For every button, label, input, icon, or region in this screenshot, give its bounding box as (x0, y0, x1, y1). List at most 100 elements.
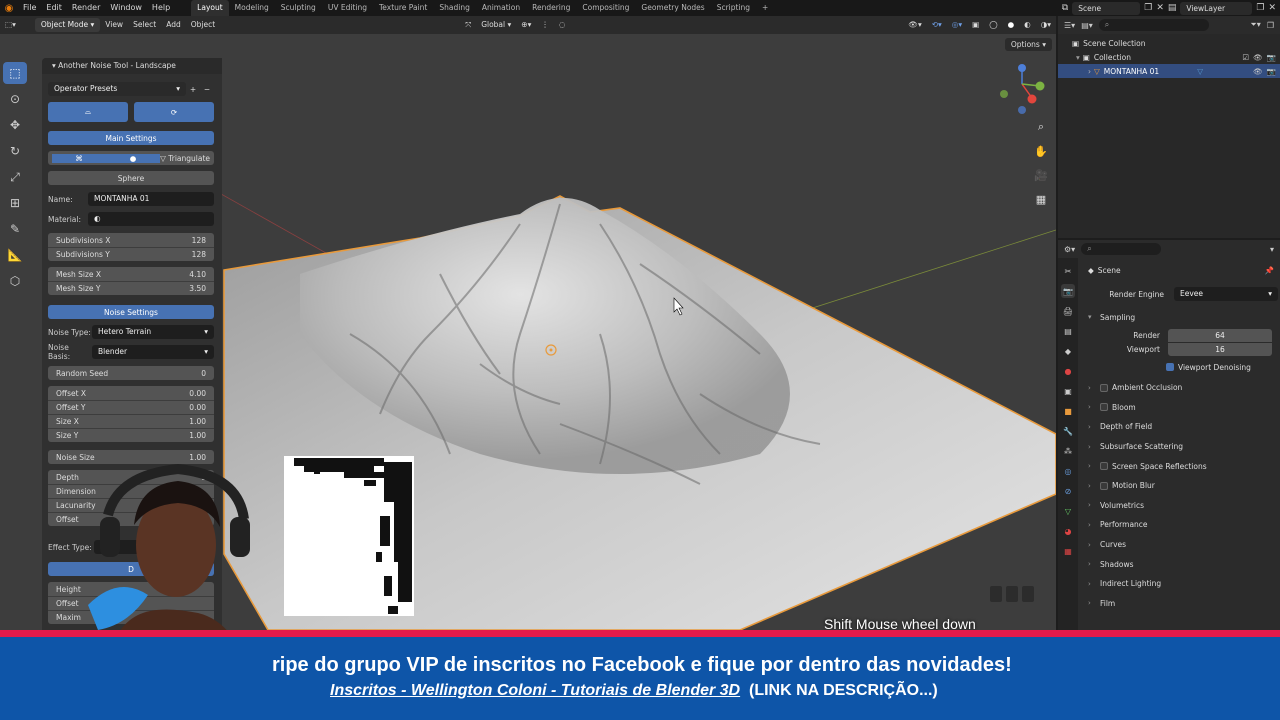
transform-orientation-icon[interactable]: ⤧ (460, 16, 476, 34)
select-box-tool-icon[interactable]: ⬚ (3, 62, 27, 84)
shading-material-icon[interactable]: ◐ (1019, 16, 1036, 34)
material-selector[interactable]: ◐ (88, 212, 214, 226)
size-x-slider[interactable]: Size X 1.00 (48, 414, 214, 428)
output-tab-icon[interactable]: 🖨 (1061, 304, 1075, 318)
outliner-row-collection[interactable]: ▾ ▣ Collection ☑ 👁 📷 (1058, 50, 1280, 64)
gizmo-toggle-icon[interactable]: ⟲▾ (927, 16, 947, 34)
menu-view[interactable]: View (100, 16, 128, 34)
pivot-icon[interactable]: ⊕▾ (516, 16, 536, 34)
panel-header-subsurface-scattering[interactable]: › Subsurface Scattering (1080, 437, 1278, 457)
mesh-size-y-slider[interactable]: Mesh Size Y 3.50 (48, 281, 214, 295)
shading-solid-icon[interactable]: ● (1003, 16, 1020, 34)
scale-tool-icon[interactable]: ⤢ (3, 166, 27, 188)
object-tab-icon[interactable]: ■ (1061, 404, 1075, 418)
panel-header-motion-blur[interactable]: › Motion Blur (1080, 476, 1278, 496)
panel-enable-checkbox[interactable] (1100, 462, 1108, 471)
panel-header-film[interactable]: › Film (1080, 594, 1278, 614)
panel-header-performance[interactable]: › Performance (1080, 515, 1278, 535)
xray-icon[interactable]: ▣ (967, 16, 984, 34)
editor-type-icon[interactable]: ⬚▾ (0, 16, 21, 34)
orientation-dropdown[interactable]: Global ▾ (476, 16, 516, 34)
tab-shading[interactable]: Shading (433, 0, 475, 16)
size-y-slider[interactable]: Size Y 1.00 (48, 428, 214, 442)
scene-tab-icon[interactable]: ◆ (1061, 344, 1075, 358)
menu-edit[interactable]: Edit (41, 0, 67, 16)
outliner-search-input[interactable]: ⌕ (1098, 19, 1209, 31)
menu-render[interactable]: Render (67, 0, 105, 16)
tab-uv-editing[interactable]: UV Editing (322, 0, 373, 16)
cursor-tool-icon[interactable]: ⊙ (3, 88, 27, 110)
annotate-tool-icon[interactable]: ✎ (3, 218, 27, 240)
tab-layout[interactable]: Layout (191, 0, 229, 16)
blender-logo-icon[interactable]: ◉ (0, 0, 18, 16)
panel-header-indirect-lighting[interactable]: › Indirect Lighting (1080, 574, 1278, 594)
offset-y-slider[interactable]: Offset Y 0.00 (48, 400, 214, 414)
panel-header-screen-space-reflections[interactable]: › Screen Space Reflections (1080, 456, 1278, 476)
tab-texture-paint[interactable]: Texture Paint (373, 0, 433, 16)
tab-modeling[interactable]: Modeling (229, 0, 275, 16)
navigation-gizmo[interactable] (1000, 64, 1045, 114)
filter-icon[interactable]: ⏷▾ (1250, 20, 1260, 30)
panel-header-bloom[interactable]: › Bloom (1080, 398, 1278, 418)
display-mode-icon[interactable]: ▤▾ (1081, 21, 1093, 30)
tab-scripting[interactable]: Scripting (711, 0, 756, 16)
menu-add[interactable]: Add (161, 16, 186, 34)
menu-select[interactable]: Select (128, 16, 161, 34)
add-workspace-icon[interactable]: + (756, 0, 774, 16)
tool-tab-icon[interactable]: ✂ (1061, 264, 1075, 278)
operator-presets-dropdown[interactable]: Operator Presets ▾ (48, 82, 186, 96)
panel-header-volumetrics[interactable]: › Volumetrics (1080, 496, 1278, 516)
add-preset-icon[interactable]: + (186, 85, 200, 94)
render-samples-field[interactable]: 64 (1168, 328, 1272, 342)
menu-window[interactable]: Window (105, 0, 147, 16)
tab-animation[interactable]: Animation (476, 0, 526, 16)
modifier-tab-icon[interactable]: 🔧 (1061, 424, 1075, 438)
eye-icon[interactable]: 👁 (1253, 53, 1263, 62)
physics-tab-icon[interactable]: ◎ (1061, 464, 1075, 478)
noise-type-dropdown[interactable]: Hetero Terrain ▾ (92, 325, 214, 339)
view-layer-icon[interactable]: ▤ (1168, 3, 1177, 13)
offset-x-slider[interactable]: Offset X 0.00 (48, 386, 214, 400)
mesh-size-x-slider[interactable]: Mesh Size X 4.10 (48, 267, 214, 281)
main-settings-button[interactable]: Main Settings (48, 131, 214, 145)
panel-header-ambient-occlusion[interactable]: › Ambient Occlusion (1080, 378, 1278, 398)
viewport-denoising-row[interactable]: Viewport Denoising (1080, 356, 1278, 378)
camera-view-icon[interactable]: 🎥 (1032, 166, 1050, 184)
data-tab-icon[interactable]: ▽ (1061, 504, 1075, 518)
noise-settings-button[interactable]: Noise Settings (48, 305, 214, 319)
shading-wireframe-icon[interactable]: ◯ (984, 16, 1002, 34)
outliner-row-scene-collection[interactable]: ▣ Scene Collection (1058, 36, 1280, 50)
particles-tab-icon[interactable]: ⁂ (1061, 444, 1075, 458)
viewport-denoising-checkbox[interactable] (1166, 363, 1174, 371)
refresh-button[interactable]: ⟳ (134, 102, 214, 122)
properties-editor-icon[interactable]: ⚙▾ (1064, 245, 1075, 254)
triangulate-toggle[interactable]: ▽ Triangulate (160, 154, 210, 163)
add-cube-tool-icon[interactable]: ⬡ (3, 270, 27, 292)
pan-hand-icon[interactable]: ✋ (1032, 142, 1050, 160)
transform-tool-icon[interactable]: ⊞ (3, 192, 27, 214)
menu-object[interactable]: Object (186, 16, 220, 34)
tab-compositing[interactable]: Compositing (576, 0, 635, 16)
object-mode-dropdown[interactable]: Object Mode ▾ (34, 18, 101, 32)
operator-panel-title[interactable]: ▾ Another Noise Tool - Landscape (42, 58, 222, 74)
menu-help[interactable]: Help (147, 0, 175, 16)
remove-preset-icon[interactable]: − (200, 85, 214, 94)
eye-icon[interactable]: 👁 (1253, 67, 1263, 76)
noise-basis-dropdown[interactable]: Blender ▾ (92, 345, 214, 359)
zoom-icon[interactable]: ⌕ (1032, 118, 1050, 136)
outliner-row-montanha[interactable]: › ▽ MONTANHA 01 ▽ 👁 📷 (1058, 64, 1280, 78)
sampling-panel-header[interactable]: ▾ Sampling (1080, 306, 1278, 328)
subdivisions-y-slider[interactable]: Subdivisions Y 128 (48, 247, 214, 261)
panel-header-shadows[interactable]: › Shadows (1080, 554, 1278, 574)
properties-search-input[interactable]: ⌕ (1081, 243, 1162, 255)
move-tool-icon[interactable]: ✥ (3, 114, 27, 136)
shade-toggle-icon[interactable]: ● (106, 153, 160, 163)
viewport-samples-field[interactable]: 16 (1168, 342, 1272, 356)
view-layer-selector[interactable]: ViewLayer (1180, 1, 1253, 15)
panel-header-curves[interactable]: › Curves (1080, 535, 1278, 555)
new-collection-icon[interactable]: ❐ (1267, 21, 1274, 30)
menu-file[interactable]: File (18, 0, 41, 16)
delete-scene-icon[interactable]: ✕ (1156, 3, 1164, 13)
material-tab-icon[interactable]: ◕ (1061, 524, 1075, 538)
random-seed-slider[interactable]: Random Seed 0 (48, 366, 214, 380)
